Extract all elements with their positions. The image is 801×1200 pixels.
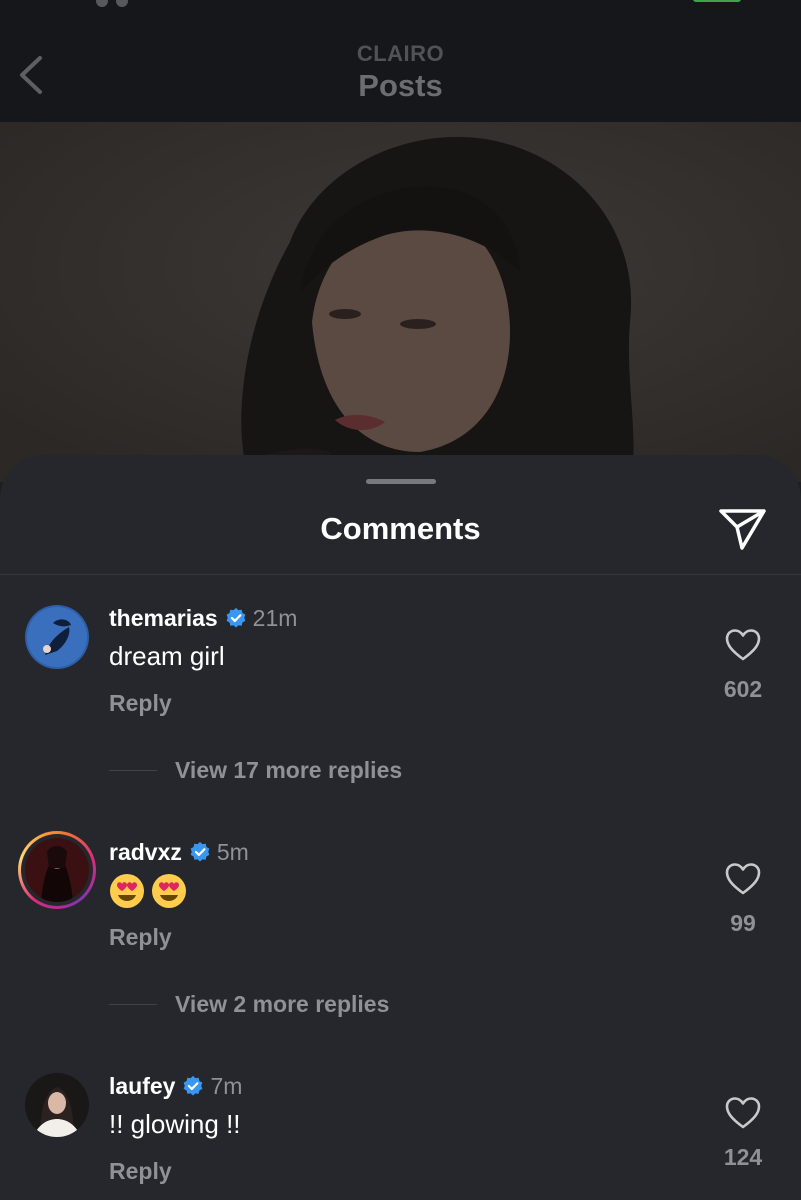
sheet-drag-handle[interactable] xyxy=(366,479,436,484)
verified-badge-icon xyxy=(184,1075,203,1096)
comment-item: themarias 21m dream girl Reply 602 xyxy=(0,603,801,743)
avatar-image xyxy=(25,1073,89,1137)
heart-outline-icon[interactable] xyxy=(724,1096,762,1130)
avatar-ring-gap xyxy=(21,834,93,906)
avatar-image xyxy=(25,838,89,902)
verified-badge-icon xyxy=(226,607,246,628)
heart-eyes-emoji xyxy=(152,874,186,908)
avatar[interactable] xyxy=(18,831,96,909)
status-bar xyxy=(0,0,801,7)
battery-icon xyxy=(693,0,741,2)
reply-button[interactable]: Reply xyxy=(109,1158,172,1185)
heart-outline-icon[interactable] xyxy=(724,862,762,896)
comment-header: radvxz 5m xyxy=(109,837,249,867)
comment-text: dream girl xyxy=(109,641,225,671)
reply-button[interactable]: Reply xyxy=(109,690,172,717)
page-title: Posts xyxy=(358,68,443,103)
paper-plane-icon xyxy=(719,509,766,550)
comments-title: Comments xyxy=(320,511,481,546)
comment-time: 7m xyxy=(210,1072,243,1099)
heart-eyes-emoji xyxy=(110,874,144,908)
like-count: 602 xyxy=(723,676,763,702)
divider xyxy=(0,574,801,575)
comment-header: themarias 21m xyxy=(109,603,297,633)
comment-text: !! glowing !! xyxy=(109,1109,241,1139)
portrait-photo xyxy=(0,122,801,482)
comment-time: 21m xyxy=(252,604,298,631)
view-replies-label: View 17 more replies xyxy=(175,756,403,783)
account-name: CLAIRO xyxy=(356,41,445,66)
comment-time: 5m xyxy=(216,838,249,865)
username[interactable]: themarias xyxy=(109,605,218,632)
avatar[interactable] xyxy=(25,1073,89,1137)
username[interactable]: laufey xyxy=(109,1073,175,1100)
divider xyxy=(109,769,157,771)
comment-item: laufey 7m !! glowing !! Reply 124 xyxy=(0,1071,801,1200)
comment-text xyxy=(109,873,193,909)
post-image[interactable] xyxy=(0,122,801,482)
comment-header: laufey 7m xyxy=(109,1071,242,1101)
signal-icon xyxy=(96,0,148,7)
like-count: 99 xyxy=(730,910,756,936)
verified-badge-icon xyxy=(190,841,210,862)
comment-item: radvxz 5m Reply 99 xyxy=(0,831,801,977)
divider xyxy=(109,1003,157,1005)
reply-button[interactable]: Reply xyxy=(109,924,172,951)
view-replies-label: View 2 more replies xyxy=(175,990,390,1017)
avatar-image xyxy=(25,605,89,669)
comments-sheet: Comments themarias 21m dream girl Reply … xyxy=(0,455,801,1200)
like-count: 124 xyxy=(723,1144,763,1170)
view-replies-button[interactable]: View 17 more replies xyxy=(109,755,402,785)
top-nav-bar: CLAIRO Posts xyxy=(0,0,801,122)
avatar[interactable] xyxy=(25,605,89,669)
view-replies-button[interactable]: View 2 more replies xyxy=(109,989,389,1019)
username[interactable]: radvxz xyxy=(109,839,182,866)
heart-outline-icon[interactable] xyxy=(724,628,762,662)
share-button[interactable] xyxy=(716,505,770,553)
